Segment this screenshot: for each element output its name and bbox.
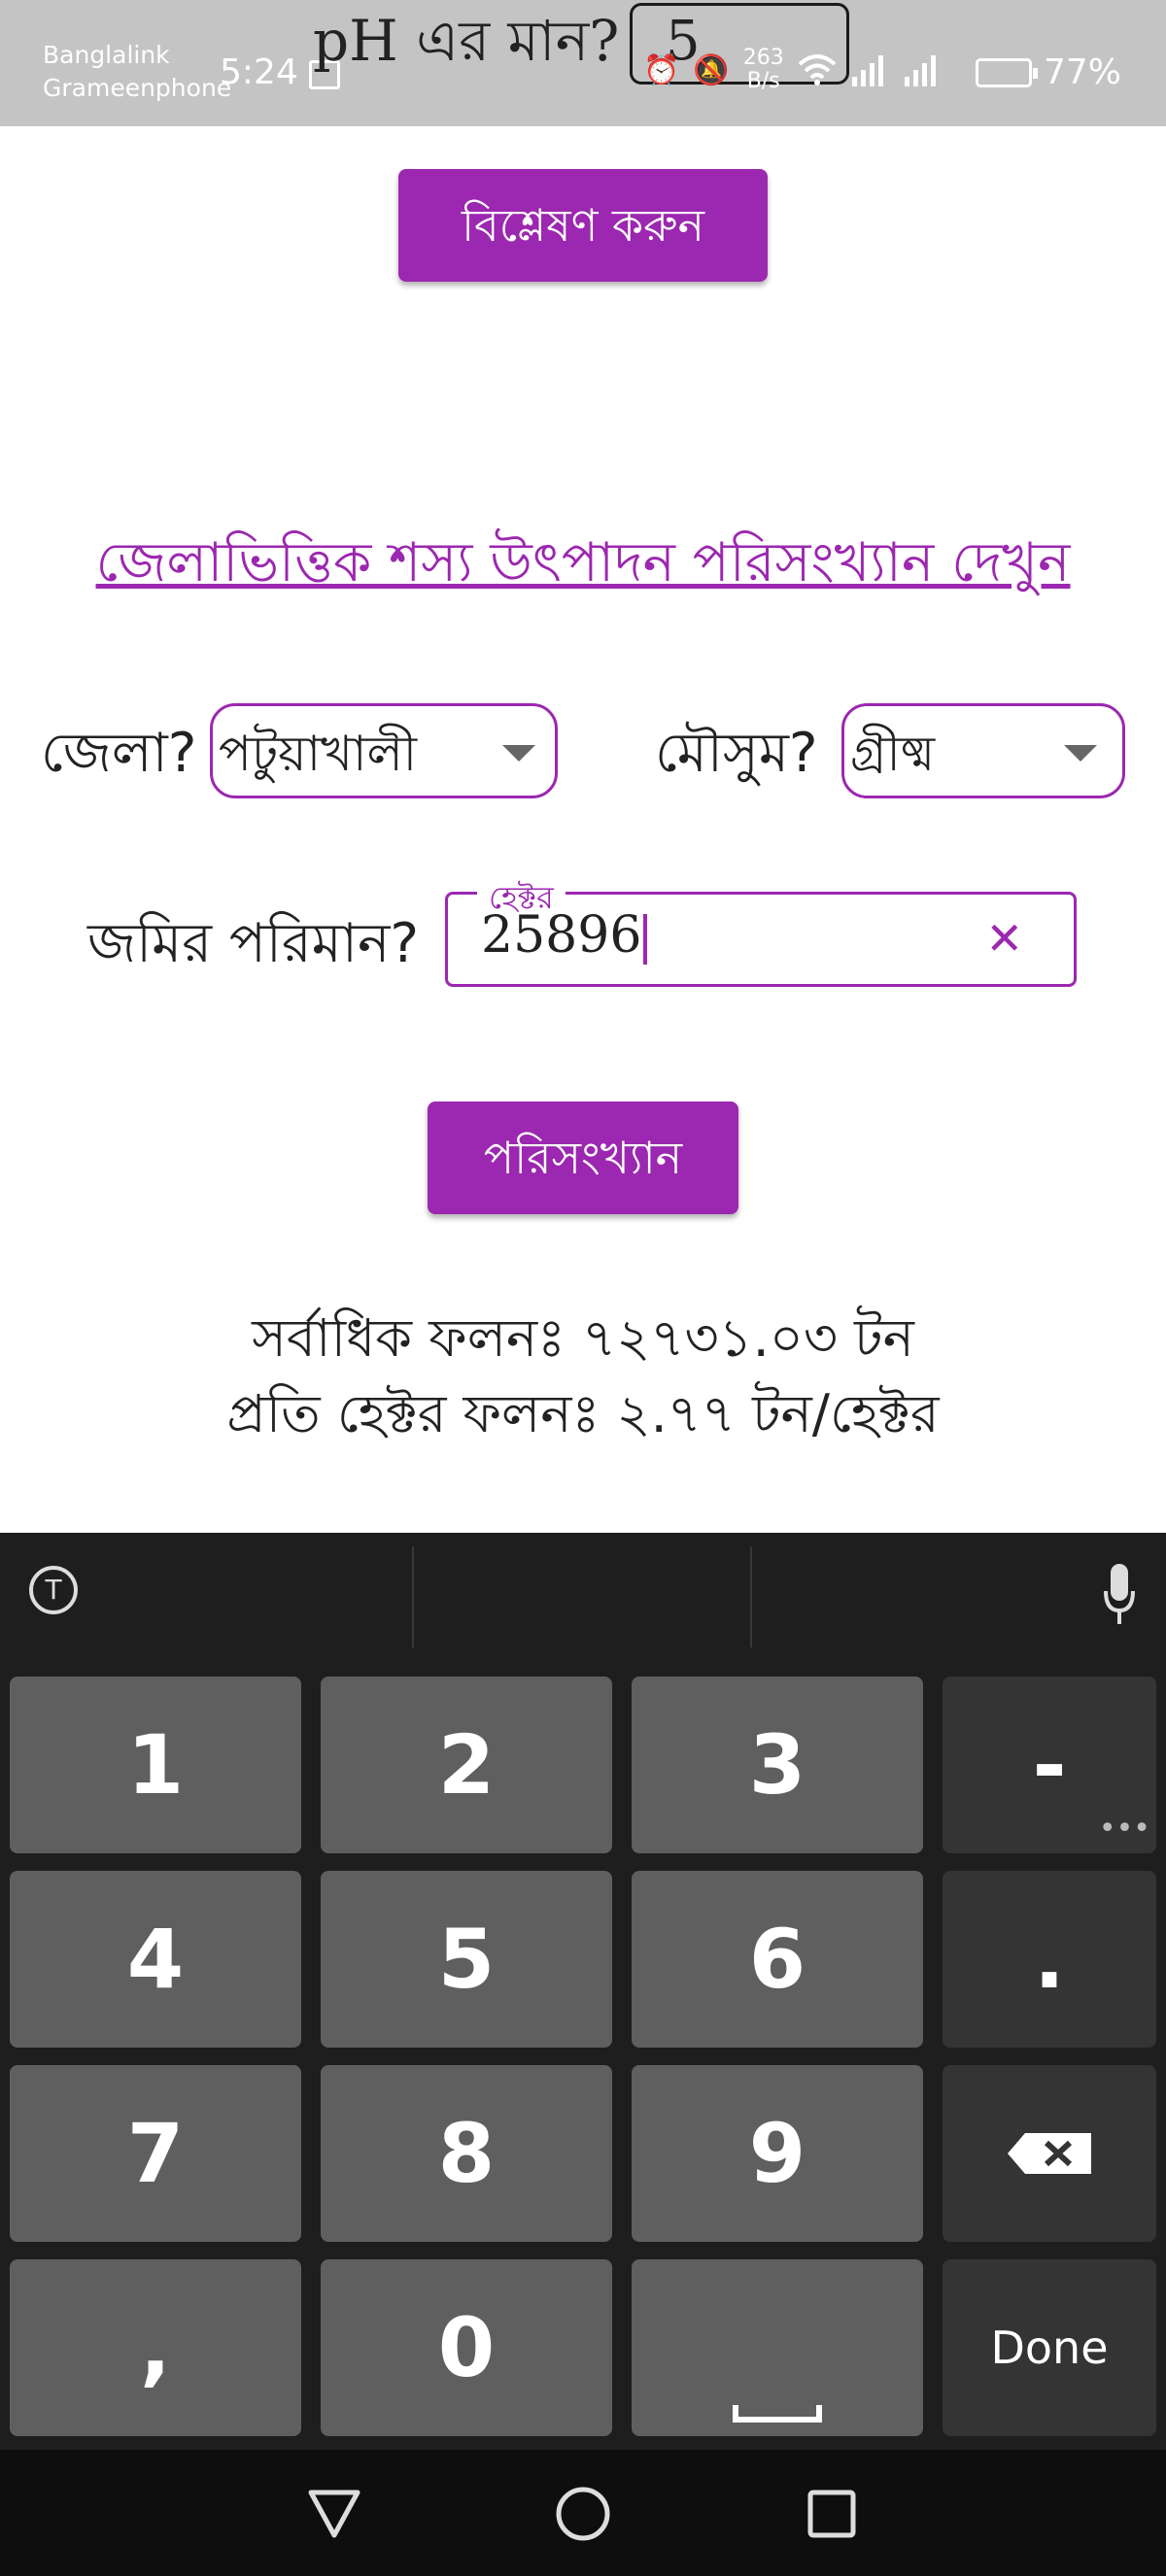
key-7[interactable]: 7	[10, 2065, 301, 2242]
land-area-value-wrap: 25896	[481, 906, 648, 965]
text-caret	[643, 913, 648, 965]
analyze-button[interactable]: বিশ্লেষণ করুন	[398, 169, 768, 282]
status-bar: Banglalink Grameenphone 5:24 pH এর মান? …	[0, 0, 1166, 126]
clear-icon[interactable]: ✕	[985, 912, 1023, 965]
key-0[interactable]: 0	[321, 2259, 612, 2436]
backspace-key[interactable]	[943, 2065, 1156, 2242]
key-4[interactable]: 4	[10, 1871, 301, 2048]
done-key[interactable]: Done	[943, 2259, 1156, 2436]
statistics-button[interactable]: পরিসংখ্যান	[428, 1102, 738, 1214]
season-label: মৌসুম?	[655, 722, 818, 785]
max-yield-text: সর্বাধিক ফলনঃ ৭২৭৩১.০৩ টন	[252, 1307, 914, 1369]
translate-icon[interactable]: T	[29, 1566, 78, 1614]
battery-icon	[976, 58, 1038, 87]
key-8[interactable]: 8	[321, 2065, 612, 2242]
net-speed-unit: B/s	[746, 69, 780, 93]
alarm-icon: ⏰	[643, 52, 680, 87]
backspace-icon	[1008, 2133, 1091, 2174]
recents-icon[interactable]	[803, 2485, 861, 2543]
key-period[interactable]: .	[943, 1871, 1156, 2048]
signal-icon-2	[904, 55, 936, 86]
district-dropdown[interactable]: পটুয়াখালী	[210, 703, 558, 798]
net-speed-value: 263	[742, 46, 784, 70]
carrier-2: Grameenphone	[43, 74, 232, 102]
ph-label: pH এর মান?	[313, 8, 620, 74]
net-speed: 263 B/s	[743, 47, 784, 93]
navigation-bar	[0, 2450, 1166, 2576]
signal-icon	[851, 55, 883, 86]
season-value: গ্রীষ্ম	[850, 726, 936, 782]
carrier-names: Banglalink Grameenphone	[43, 39, 231, 105]
numeric-keyboard: T 1 2 3 - ••• 4 5 6 . 7 8 9 , 0 Done	[0, 1533, 1166, 2450]
suggestion-divider	[412, 1546, 414, 1647]
district-stats-link[interactable]: জেলাভিত্তিক শস্য উৎপাদন পরিসংখ্যান দেখুন	[0, 521, 1166, 612]
key-minus[interactable]: - •••	[943, 1677, 1156, 1853]
season-dropdown[interactable]: গ্রীষ্ম	[841, 703, 1125, 798]
key-3[interactable]: 3	[632, 1677, 923, 1853]
key-1[interactable]: 1	[10, 1677, 301, 1853]
key-9[interactable]: 9	[632, 2065, 923, 2242]
district-value: পটুয়াখালী	[219, 726, 418, 782]
dropdown-arrow-icon	[1064, 745, 1097, 762]
carrier-1: Banglalink	[43, 41, 170, 69]
key-comma[interactable]: ,	[10, 2259, 301, 2436]
key-6[interactable]: 6	[632, 1871, 923, 2048]
land-area-input[interactable]: হেক্টর 25896 ✕	[445, 873, 1077, 987]
land-area-value: 25896	[481, 906, 642, 965]
battery-percent: 77%	[1044, 52, 1122, 92]
clock: 5:24	[220, 52, 298, 92]
home-icon[interactable]	[554, 2485, 612, 2543]
status-icons: ⏰ 🔕 263 B/s	[643, 47, 942, 93]
space-icon	[733, 2405, 822, 2423]
wifi-icon	[798, 54, 837, 85]
mute-icon: 🔕	[693, 52, 730, 87]
district-label: জেলা?	[41, 722, 197, 785]
land-label: জমির পরিমান?	[87, 912, 420, 975]
microphone-icon[interactable]	[1104, 1562, 1135, 1630]
space-key[interactable]	[632, 2259, 923, 2436]
suggestion-divider	[750, 1546, 752, 1647]
per-hectare-yield-text: প্রতি হেক্টর ফলনঃ ২.৭৭ টন/হেক্টর	[226, 1383, 940, 1444]
dropdown-arrow-icon	[502, 745, 535, 762]
key-2[interactable]: 2	[321, 1677, 612, 1853]
back-icon[interactable]	[305, 2485, 363, 2543]
key-minus-label: -	[1032, 1717, 1067, 1813]
keyboard-suggestion-bar: T	[0, 1533, 1166, 1661]
key-5[interactable]: 5	[321, 1871, 612, 2048]
